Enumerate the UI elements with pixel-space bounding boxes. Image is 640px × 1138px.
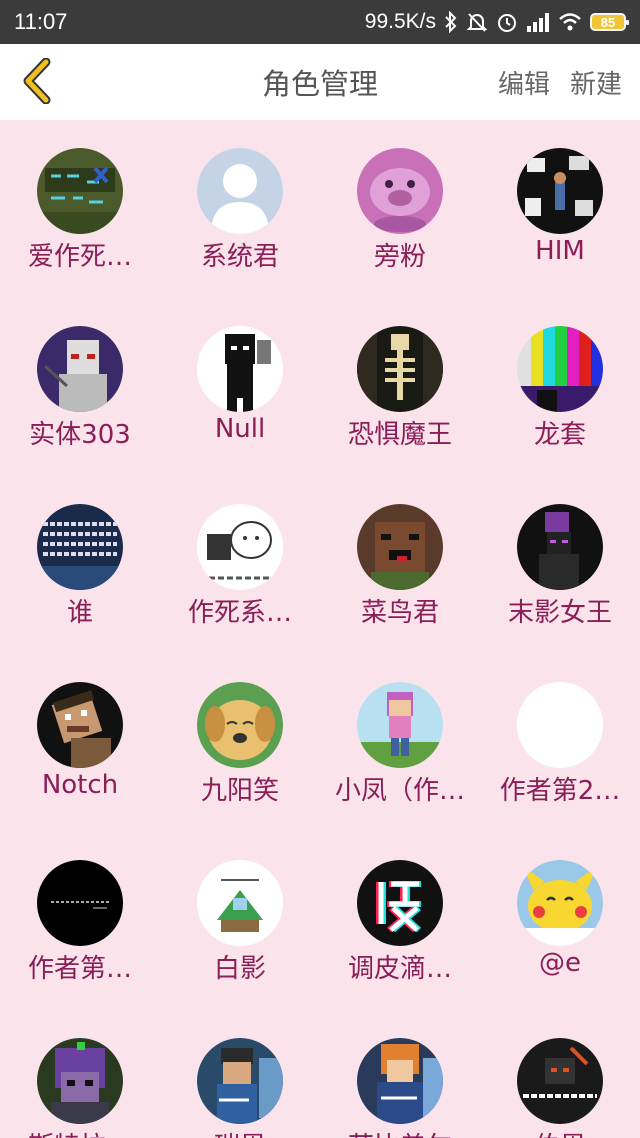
net-speed: 99.5K/s <box>364 10 436 33</box>
default-person-avatar <box>197 148 283 234</box>
character-grid: 爱作死… 系统君 旁粉 HIM 实体303 Null 恐惧魔王 龙套 谁 作死系… <box>0 120 640 1138</box>
character-name: 菜鸟君 <box>360 598 439 628</box>
character-item[interactable]: 芙比盖尔 <box>320 1010 480 1138</box>
skeleton-avatar <box>357 326 443 412</box>
character-name: Notch <box>41 770 119 800</box>
signal-icon <box>526 12 550 32</box>
text-image-avatar <box>37 504 123 590</box>
island-avatar <box>197 860 283 946</box>
chevron-left-icon <box>23 58 51 104</box>
character-name: 斯特拉… <box>14 1126 146 1138</box>
character-item[interactable]: 作者第2… <box>480 654 640 832</box>
character-name: 白影 <box>213 954 266 984</box>
character-name: 芙比盖尔 <box>334 1126 466 1138</box>
character-item[interactable]: 旁粉 <box>320 120 480 298</box>
blank-white-avatar <box>517 682 603 768</box>
character-item[interactable]: 菜鸟君 <box>320 476 480 654</box>
character-item[interactable]: 龙套 <box>480 298 640 476</box>
character-item[interactable]: 白影 <box>160 832 320 1010</box>
blackbone-avatar <box>517 1038 603 1124</box>
character-item[interactable]: 恐惧魔王 <box>320 298 480 476</box>
character-name: 作者第… <box>27 954 132 984</box>
character-item[interactable]: 瑞恩 <box>160 1010 320 1138</box>
character-name: 瑞恩 <box>174 1126 306 1138</box>
glitch-char-avatar <box>357 860 443 946</box>
girl-pixel-avatar <box>357 682 443 768</box>
battery-icon: 85 <box>590 13 629 31</box>
color-bars-avatar <box>517 326 603 412</box>
sticker-avatar <box>197 504 283 590</box>
character-name: @e <box>539 948 581 978</box>
notch-avatar <box>37 682 123 768</box>
character-item[interactable]: 作死系… <box>160 476 320 654</box>
entity303-avatar <box>37 326 123 412</box>
black-text-avatar <box>37 860 123 946</box>
null-black-figure-avatar <box>197 326 283 412</box>
character-name: 作死系… <box>187 598 292 628</box>
character-item[interactable]: 斯特拉… <box>0 1010 160 1138</box>
character-name: 系统君 <box>200 242 279 272</box>
status-icons: 99.5K/s 85 <box>364 10 629 34</box>
character-name: 调皮滴… <box>347 954 452 984</box>
character-item[interactable]: 谁 <box>0 476 160 654</box>
character-item[interactable]: 系统君 <box>160 120 320 298</box>
boy-pixel-avatar <box>197 1038 283 1124</box>
pikachu-avatar <box>517 860 603 946</box>
character-name: 末影女王 <box>507 598 612 628</box>
character-item[interactable]: 调皮滴… <box>320 832 480 1010</box>
character-name: Null <box>214 414 266 444</box>
character-item[interactable]: 九阳笑 <box>160 654 320 832</box>
character-item[interactable]: HIM <box>480 120 640 298</box>
character-name: 作者第2… <box>499 776 621 806</box>
character-name: 旁粉 <box>373 242 426 272</box>
character-item[interactable]: Notch <box>0 654 160 832</box>
character-name: HIM <box>535 236 585 266</box>
ender-queen-avatar <box>517 504 603 590</box>
character-name: 爱作死… <box>27 242 132 272</box>
purple-hair-avatar <box>37 1038 123 1124</box>
puppy-avatar <box>197 682 283 768</box>
status-bar: 11:07 99.5K/s 85 <box>0 0 640 44</box>
character-item[interactable]: 实体303 <box>0 298 160 476</box>
character-item[interactable]: 小凤（作… <box>320 654 480 832</box>
back-button[interactable] <box>12 56 62 106</box>
bluetooth-icon <box>444 11 458 33</box>
wifi-icon <box>558 12 582 32</box>
character-name: 实体303 <box>29 420 131 450</box>
character-name: 龙套 <box>533 420 586 450</box>
bell-off-icon <box>466 11 488 33</box>
status-time: 11:07 <box>14 9 68 34</box>
character-name: 小凤（作… <box>334 776 465 806</box>
pink-pig-avatar <box>357 148 443 234</box>
comic-collage-avatar <box>517 148 603 234</box>
character-name: 九阳笑 <box>200 776 279 806</box>
edit-button[interactable]: 编辑 <box>498 64 550 101</box>
new-button[interactable]: 新建 <box>570 64 622 101</box>
orange-hair-avatar <box>357 1038 443 1124</box>
character-name: 恐惧魔王 <box>347 420 452 450</box>
character-item[interactable]: 爱作死… <box>0 120 160 298</box>
character-item[interactable]: 末影女王 <box>480 476 640 654</box>
character-item[interactable]: 伯恩 <box>480 1010 640 1138</box>
character-name: 谁 <box>66 598 93 628</box>
character-item[interactable]: @e <box>480 832 640 1010</box>
pixel-text-avatar <box>37 148 123 234</box>
app-header: 角色管理 编辑 新建 <box>0 44 640 120</box>
character-item[interactable]: 作者第… <box>0 832 160 1010</box>
derp-face-avatar <box>357 504 443 590</box>
character-name: 伯恩 <box>494 1126 626 1138</box>
header-actions: 编辑 新建 <box>498 44 622 120</box>
alarm-icon <box>496 11 518 33</box>
character-item[interactable]: Null <box>160 298 320 476</box>
